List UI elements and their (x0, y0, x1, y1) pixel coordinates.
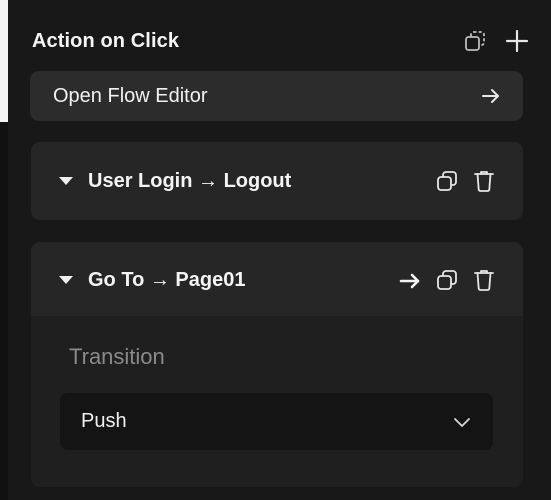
page: Action on Click Open Flow Editor User Lo… (0, 0, 551, 500)
duplicate-icon[interactable] (463, 29, 487, 53)
arrow-right-icon (481, 86, 501, 106)
action-card-header[interactable]: User Login → Logout (31, 142, 523, 220)
header-actions (463, 29, 529, 53)
action-card-header[interactable]: Go To → Page01 (31, 242, 523, 318)
transition-label: Transition (69, 344, 165, 369)
arrow-right-icon[interactable] (399, 269, 421, 291)
action-card-actions (399, 268, 495, 292)
action-card: User Login → Logout (31, 142, 523, 220)
action-card: Go To → Page01 Transition Push (31, 242, 523, 487)
copy-icon[interactable] (435, 169, 459, 193)
open-flow-editor-button[interactable]: Open Flow Editor (30, 71, 523, 121)
plus-icon[interactable] (505, 29, 529, 53)
chevron-down-icon (453, 416, 471, 428)
transition-select[interactable]: Push (60, 393, 493, 450)
left-edge-strip (0, 0, 8, 122)
trash-icon[interactable] (473, 169, 495, 193)
action-panel: Action on Click Open Flow Editor User Lo… (8, 0, 551, 500)
action-card-body: Transition Push (31, 316, 523, 487)
trash-icon[interactable] (473, 268, 495, 292)
transition-value: Push (81, 410, 127, 432)
panel-title: Action on Click (32, 29, 180, 52)
open-flow-editor-label: Open Flow Editor (53, 84, 208, 107)
panel-header: Action on Click (32, 24, 529, 58)
caret-down-icon[interactable] (58, 175, 74, 187)
action-card-actions (435, 169, 495, 193)
action-title: User Login → Logout (88, 169, 292, 192)
copy-icon[interactable] (435, 268, 459, 292)
action-title: Go To → Page01 (88, 268, 246, 291)
caret-down-icon[interactable] (58, 274, 74, 286)
